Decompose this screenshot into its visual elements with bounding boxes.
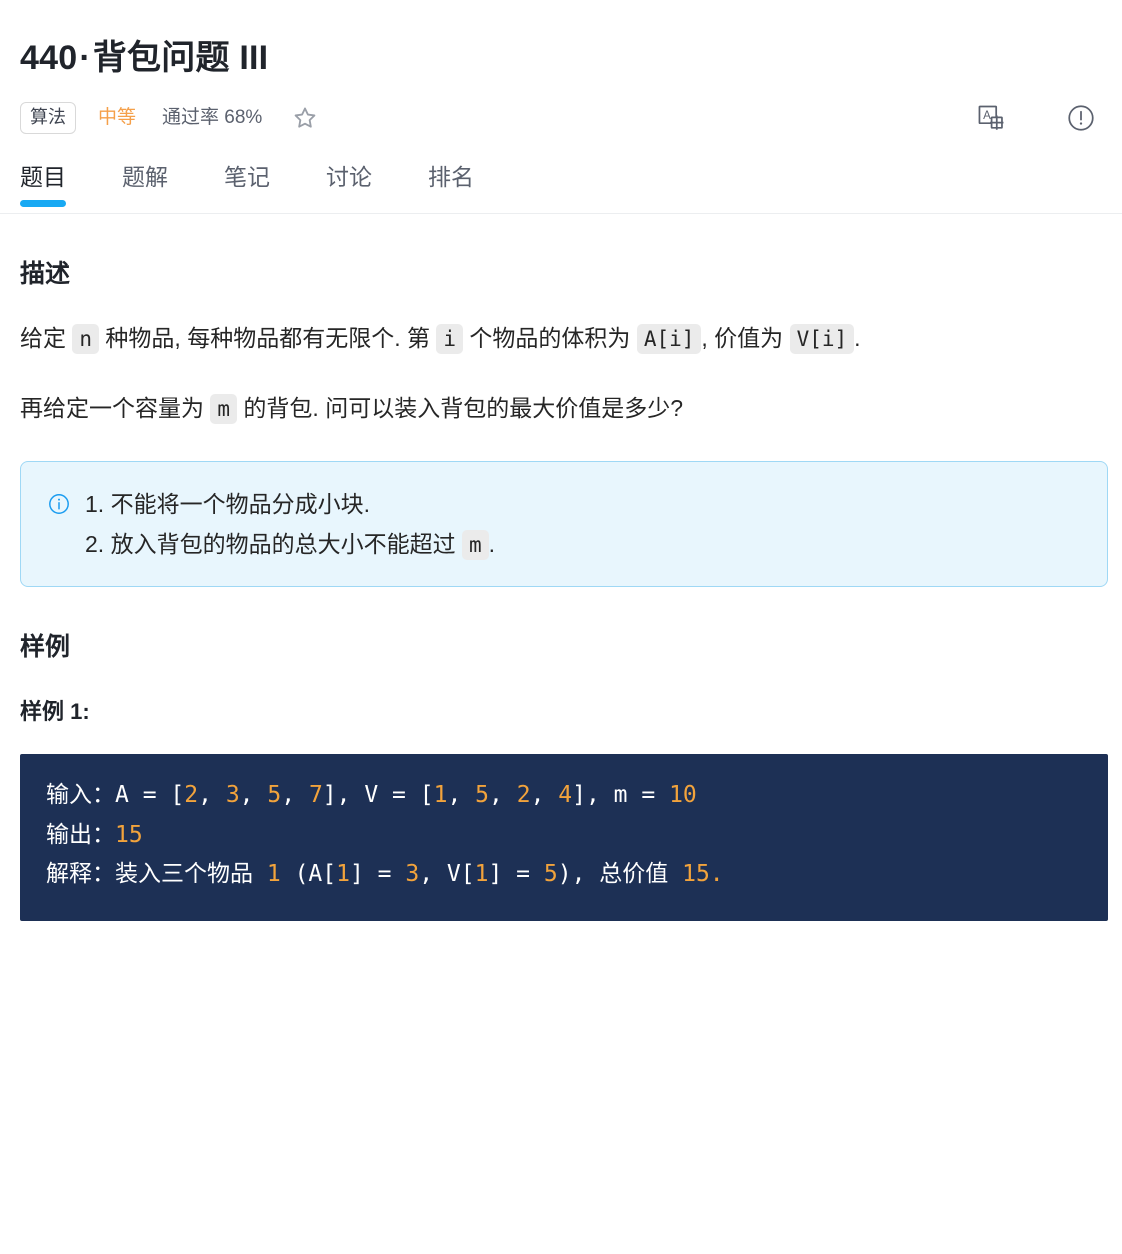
code-text: 输入：A = [ [46, 782, 185, 809]
notice-list: 不能将一个物品分成小块. 放入背包的物品的总大小不能超过 m. [85, 484, 495, 565]
code-text: 输出： [46, 821, 115, 848]
desc-p1-text-3: 个物品的体积为 [463, 325, 637, 352]
code-text: (A[ [280, 861, 337, 888]
code-number: 1 [474, 861, 489, 888]
code-text: ], m = [572, 782, 670, 809]
tab-ranking[interactable]: 排名 [428, 163, 474, 207]
desc-p1-text-2: 种物品, 每种物品都有无限个. 第 [99, 325, 437, 352]
code-number: 1 [266, 861, 281, 888]
tab-bar: 题目 题解 笔记 讨论 排名 [20, 163, 1102, 207]
header-actions: A [976, 103, 1102, 133]
code-text: , V[ [419, 861, 475, 888]
desc-p1-text-1: 给定 [20, 325, 73, 352]
code-text: ] = [349, 861, 406, 888]
code-number: 15 [115, 821, 143, 848]
code-number: 2 [516, 782, 531, 809]
code-text: ), 总价值 [557, 861, 683, 888]
notice-item-1: 不能将一个物品分成小块. [85, 484, 495, 524]
difficulty-label: 中等 [98, 106, 137, 128]
tab-notes[interactable]: 笔记 [224, 163, 270, 207]
problem-content: 描述 给定 n 种物品, 每种物品都有无限个. 第 i 个物品的体积为 A[i]… [0, 258, 1122, 921]
tabs-divider [0, 212, 1122, 214]
star-outline-icon [294, 107, 316, 128]
notice-item-2-text-2: . [488, 530, 496, 557]
code-text: ] = [488, 861, 544, 888]
problem-page: 440·背包问题 III 算法 中等 通过率 68% A 题目 题解 笔记 讨论… [0, 0, 1122, 921]
desc-p1-text-5: . [854, 325, 861, 352]
code-line: 解释：装入三个物品 1 (A[1] = 3, V[1] = 5), 总价值 15… [46, 855, 1082, 895]
title-separator: · [79, 39, 91, 77]
tab-discussion[interactable]: 讨论 [326, 163, 372, 207]
code-number: 1 [336, 861, 350, 888]
examples-heading: 样例 [20, 633, 71, 661]
inline-code-i: i [436, 324, 464, 355]
code-line: 输出：15 [46, 816, 1082, 856]
tab-problem[interactable]: 题目 [20, 163, 66, 207]
code-text: 解释：装入三个物品 [46, 861, 267, 888]
code-line: 输入：A = [2, 3, 5, 7], V = [1, 5, 2, 4], m… [46, 776, 1082, 816]
inline-code-vi: V[i] [789, 324, 855, 355]
title-row: 440·背包问题 III [20, 0, 1102, 79]
code-text: , [489, 782, 517, 809]
info-icon-wrap [47, 492, 71, 521]
desc-p2-text-1: 再给定一个容量为 [20, 395, 211, 422]
exclamation-circle-icon [1068, 105, 1094, 131]
code-number: 7 [308, 782, 323, 809]
problem-title-cn: 背包问题 [92, 39, 230, 77]
problem-number: 440 [20, 39, 78, 77]
inline-code-m: m [210, 394, 238, 425]
notice-item-1-text: 不能将一个物品分成小块. [110, 490, 370, 517]
inline-code-m-notice: m [461, 529, 489, 560]
info-circle-icon [49, 493, 69, 514]
code-text: , [239, 782, 268, 809]
code-number: 10 [669, 782, 697, 809]
code-text: ], V = [ [322, 782, 434, 809]
page-title: 440·背包问题 III [20, 38, 268, 79]
report-button[interactable] [1066, 103, 1096, 133]
problem-meta-row: 算法 中等 通过率 68% A [20, 101, 1102, 135]
notice-item-2: 放入背包的物品的总大小不能超过 m. [85, 524, 495, 564]
desc-p2-text-2: 的背包. 问可以装入背包的最大价值是多少? [237, 395, 684, 422]
code-number: 4 [558, 782, 573, 809]
favorite-star-button[interactable] [292, 105, 318, 131]
code-number: 5 [267, 782, 282, 809]
code-text: , [281, 782, 309, 809]
code-text: , [447, 782, 476, 809]
category-tag[interactable]: 算法 [20, 102, 76, 134]
description-paragraph-2: 再给定一个容量为 m 的背包. 问可以装入背包的最大价值是多少? [20, 386, 1102, 430]
translate-icon: A [978, 105, 1004, 130]
notice-box: 不能将一个物品分成小块. 放入背包的物品的总大小不能超过 m. [20, 460, 1108, 587]
code-number: 3 [225, 782, 240, 809]
svg-text:A: A [983, 110, 991, 122]
inline-code-ai: A[i] [636, 324, 702, 355]
example-1-heading: 样例 1: [20, 698, 90, 724]
problem-title-roman: III [239, 39, 269, 77]
notice-item-2-text-1: 放入背包的物品的总大小不能超过 [110, 530, 462, 557]
code-number: 5 [475, 782, 489, 809]
code-number: 15. [682, 861, 724, 888]
accept-rate-label: 通过率 68% [162, 106, 263, 128]
code-text: , [198, 782, 226, 809]
code-number: 5 [543, 861, 558, 888]
code-number: 1 [433, 782, 448, 809]
desc-p1-text-4: , 价值为 [701, 325, 790, 352]
example-1-code-block: 输入：A = [2, 3, 5, 7], V = [1, 5, 2, 4], m… [20, 754, 1108, 921]
code-number: 3 [405, 861, 420, 888]
description-paragraph-1: 给定 n 种物品, 每种物品都有无限个. 第 i 个物品的体积为 A[i], 价… [20, 316, 1102, 360]
description-heading: 描述 [20, 259, 71, 288]
inline-code-n: n [72, 324, 100, 355]
problem-header: 440·背包问题 III 算法 中等 通过率 68% A 题目 题解 笔记 讨论… [0, 0, 1122, 214]
translate-button[interactable]: A [976, 103, 1006, 133]
code-number: 2 [184, 782, 199, 809]
tab-solutions[interactable]: 题解 [122, 163, 168, 207]
code-text: , [530, 782, 559, 809]
